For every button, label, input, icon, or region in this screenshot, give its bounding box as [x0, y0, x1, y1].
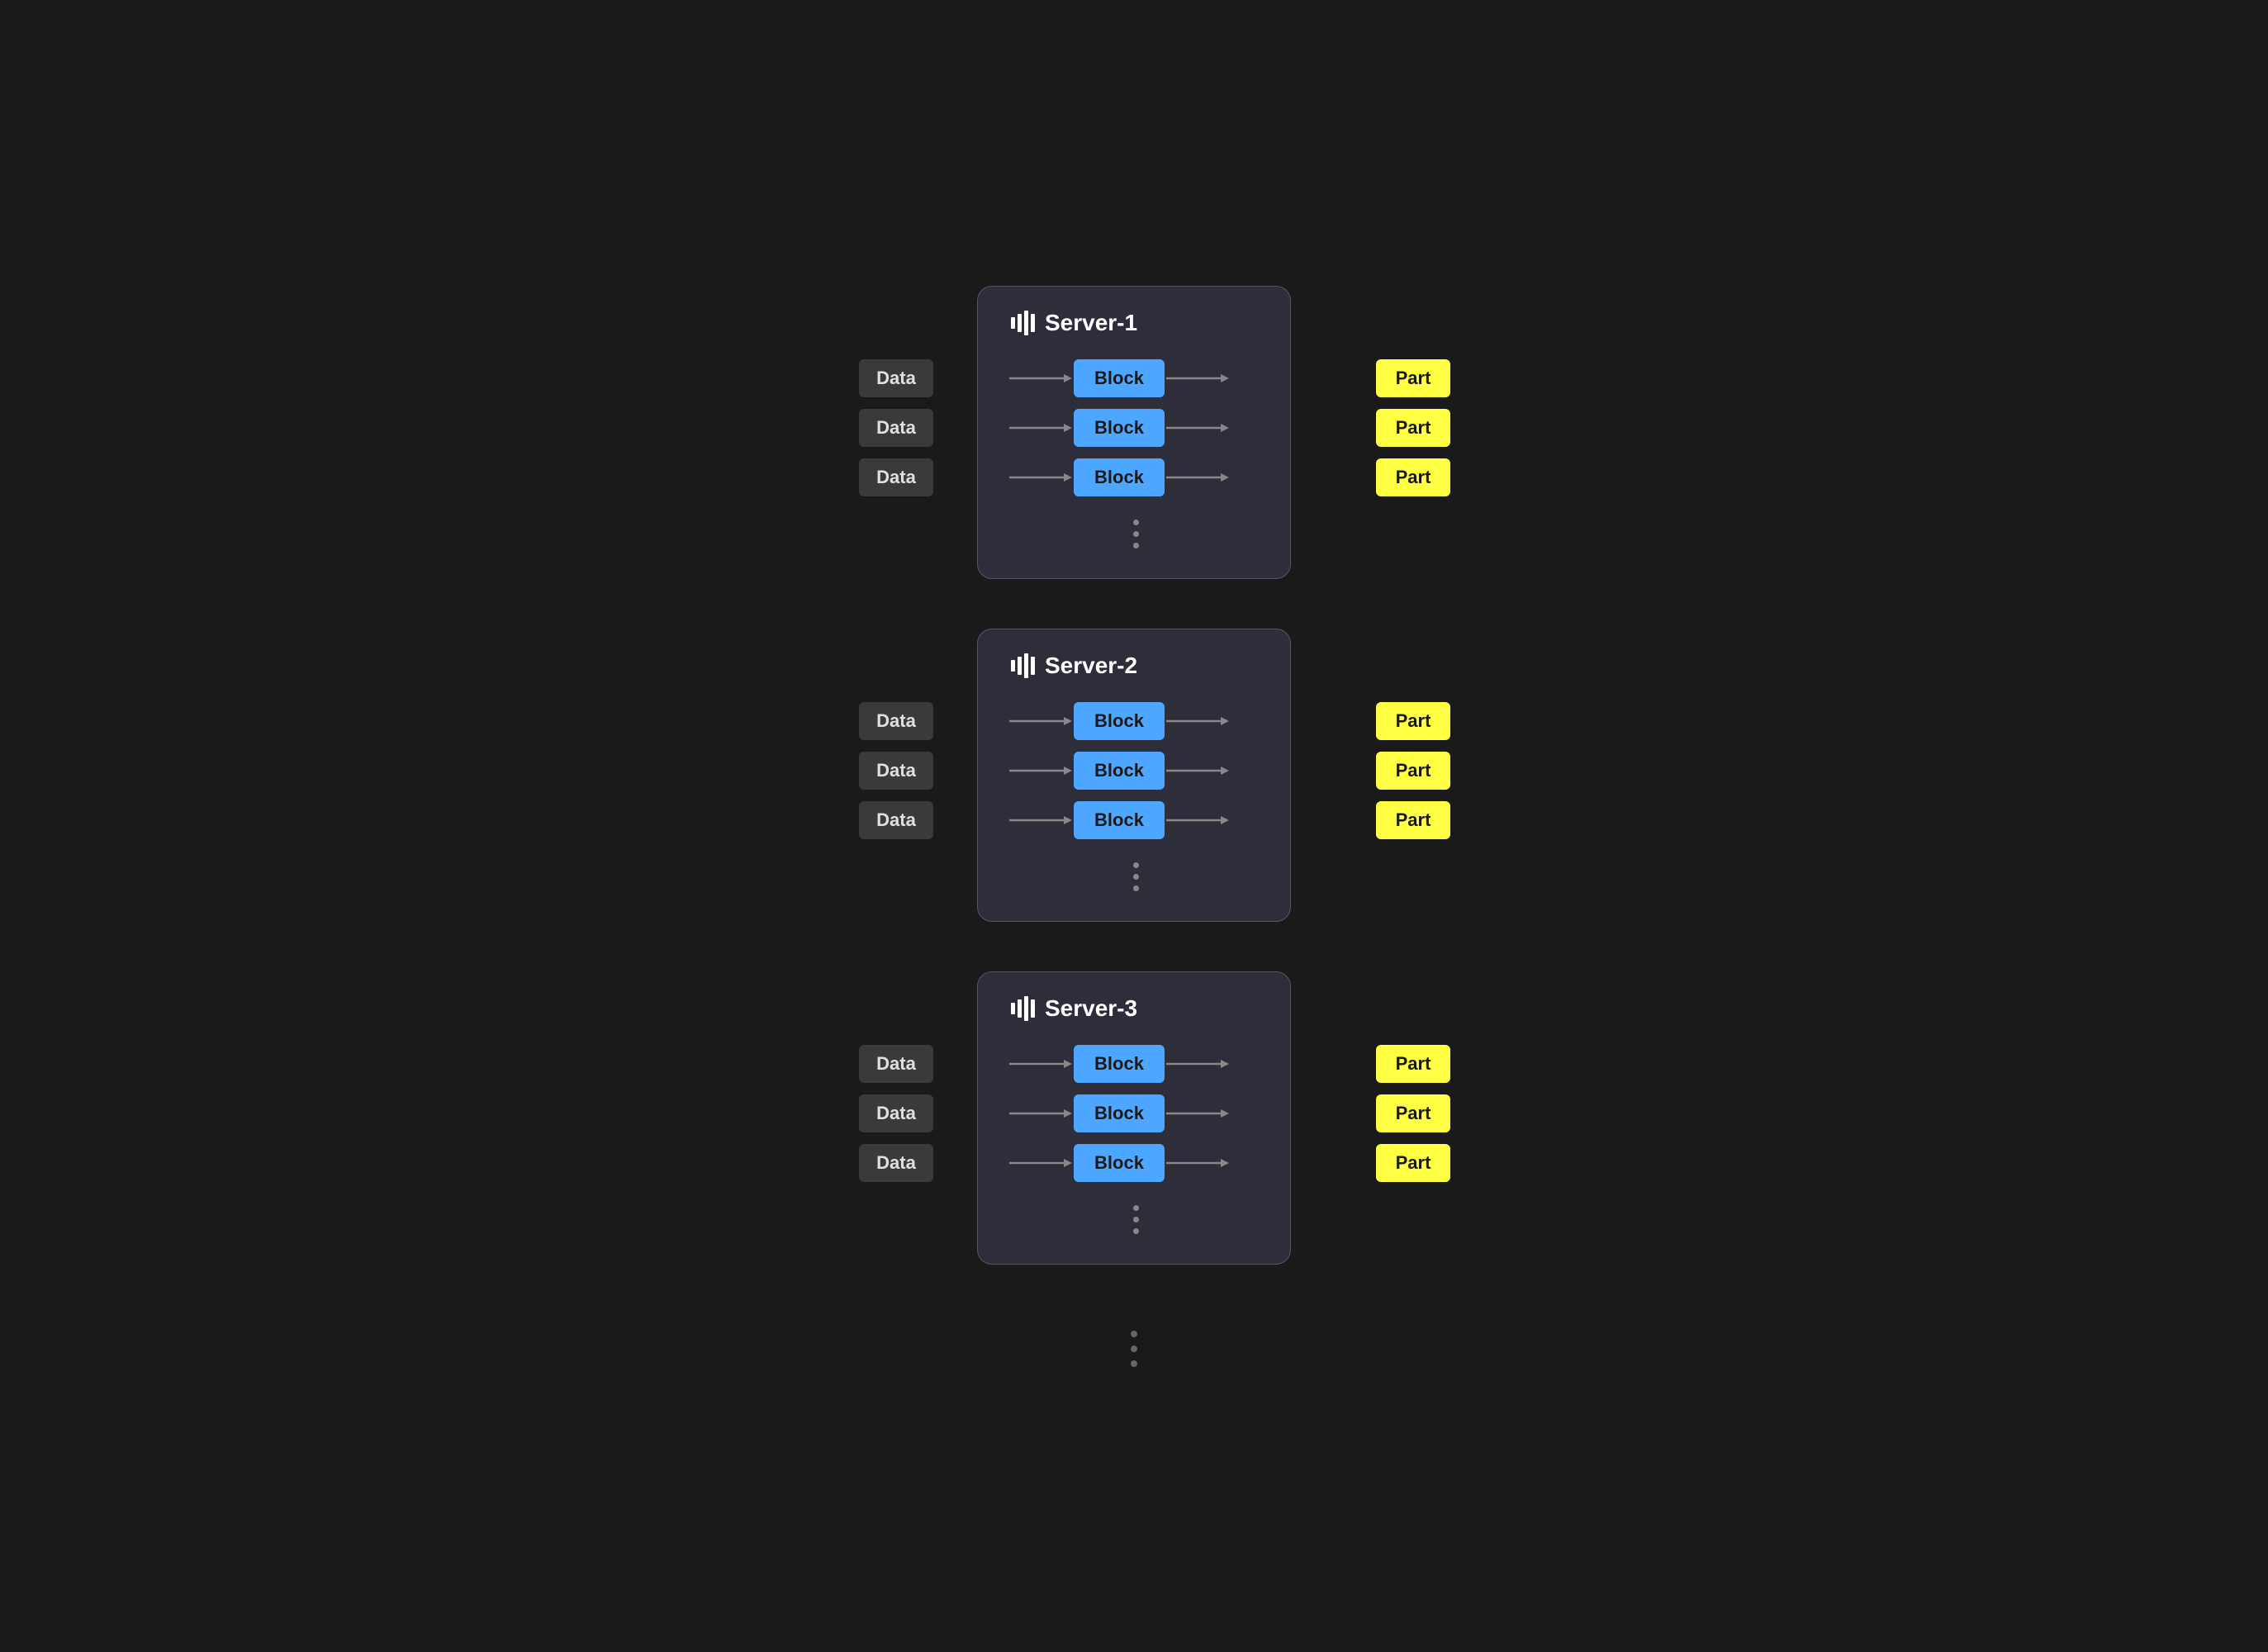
data-box-2-2: Data: [859, 752, 933, 790]
part-box-2-1: Part: [1376, 702, 1450, 740]
data-box-1-3: Data: [859, 458, 933, 496]
part-box-1-2: Part: [1376, 409, 1450, 447]
block-box-3-1: Block: [1074, 1045, 1165, 1083]
data-box-3-3: Data: [859, 1144, 933, 1182]
arrow-block-to-part: [1165, 368, 1231, 388]
server-group-3: Server-3Data Block PartData Block PartDa…: [977, 971, 1291, 1265]
data-box-1-2: Data: [859, 409, 933, 447]
row-container-3: Data Block Part Data Block Part Data Block…: [1008, 1045, 1260, 1194]
server-block-3: Server-3Data Block PartData Block PartDa…: [977, 971, 1291, 1265]
row-wrapper-1-2: Data Block Part: [1008, 409, 1260, 447]
block-box-1-2: Block: [1074, 409, 1165, 447]
arrow-block-to-part: [1165, 468, 1231, 487]
server-header-3: Server-3: [1008, 995, 1260, 1022]
server-icon: [1011, 311, 1035, 335]
arrow-block-to-part: [1165, 711, 1231, 731]
server-title-2: Server-2: [1045, 653, 1137, 679]
arrow-block-to-part: [1165, 418, 1231, 438]
server-title-3: Server-3: [1045, 995, 1137, 1022]
row-wrapper-2-3: Data Block Part: [1008, 801, 1260, 839]
data-box-2-1: Data: [859, 702, 933, 740]
block-box-2-3: Block: [1074, 801, 1165, 839]
block-box-1-3: Block: [1074, 458, 1165, 496]
server-header-2: Server-2: [1008, 653, 1260, 679]
block-box-2-1: Block: [1074, 702, 1165, 740]
block-box-3-3: Block: [1074, 1144, 1165, 1182]
server-group-2: Server-2Data Block PartData Block PartDa…: [977, 629, 1291, 922]
arrow-data-to-block: [1008, 1104, 1074, 1123]
part-box-1-3: Part: [1376, 458, 1450, 496]
arrow-block-to-part: [1165, 810, 1231, 830]
arrow-block-to-part: [1165, 1054, 1231, 1074]
server-group-1: Server-1Data Block PartData Block PartDa…: [977, 286, 1291, 579]
part-box-2-3: Part: [1376, 801, 1450, 839]
server-block-1: Server-1Data Block PartData Block PartDa…: [977, 286, 1291, 579]
arrow-data-to-block: [1008, 1054, 1074, 1074]
arrow-block-to-part: [1165, 1104, 1231, 1123]
part-box-1-1: Part: [1376, 359, 1450, 397]
arrow-data-to-block: [1008, 418, 1074, 438]
server-inner-dots: [1008, 520, 1260, 548]
data-box-3-2: Data: [859, 1094, 933, 1132]
row-wrapper-3-3: Data Block Part: [1008, 1144, 1260, 1182]
block-box-2-2: Block: [1074, 752, 1165, 790]
arrow-data-to-block: [1008, 468, 1074, 487]
row-wrapper-1-3: Data Block Part: [1008, 458, 1260, 496]
server-inner-dots: [1008, 862, 1260, 891]
server-inner-dots: [1008, 1205, 1260, 1234]
data-box-2-3: Data: [859, 801, 933, 839]
arrow-block-to-part: [1165, 761, 1231, 781]
server-block-2: Server-2Data Block PartData Block PartDa…: [977, 629, 1291, 922]
block-box-3-2: Block: [1074, 1094, 1165, 1132]
part-box-3-2: Part: [1376, 1094, 1450, 1132]
row-wrapper-2-1: Data Block Part: [1008, 702, 1260, 740]
server-icon: [1011, 996, 1035, 1021]
block-box-1-1: Block: [1074, 359, 1165, 397]
arrow-data-to-block: [1008, 1153, 1074, 1173]
row-container-2: Data Block Part Data Block Part Data Block…: [1008, 702, 1260, 851]
arrow-data-to-block: [1008, 368, 1074, 388]
arrow-data-to-block: [1008, 711, 1074, 731]
row-wrapper-3-1: Data Block Part: [1008, 1045, 1260, 1083]
diagram: Server-1Data Block PartData Block PartDa…: [977, 286, 1291, 1367]
server-icon: [1011, 653, 1035, 678]
row-container-1: Data Block Part Data Block Part Data Block…: [1008, 359, 1260, 508]
part-box-2-2: Part: [1376, 752, 1450, 790]
data-box-3-1: Data: [859, 1045, 933, 1083]
bottom-continuation-dots: [1131, 1331, 1137, 1367]
arrow-data-to-block: [1008, 761, 1074, 781]
row-wrapper-1-1: Data Block Part: [1008, 359, 1260, 397]
row-wrapper-2-2: Data Block Part: [1008, 752, 1260, 790]
data-box-1-1: Data: [859, 359, 933, 397]
row-wrapper-3-2: Data Block Part: [1008, 1094, 1260, 1132]
server-title-1: Server-1: [1045, 310, 1137, 336]
part-box-3-1: Part: [1376, 1045, 1450, 1083]
arrow-block-to-part: [1165, 1153, 1231, 1173]
server-header-1: Server-1: [1008, 310, 1260, 336]
part-box-3-3: Part: [1376, 1144, 1450, 1182]
arrow-data-to-block: [1008, 810, 1074, 830]
